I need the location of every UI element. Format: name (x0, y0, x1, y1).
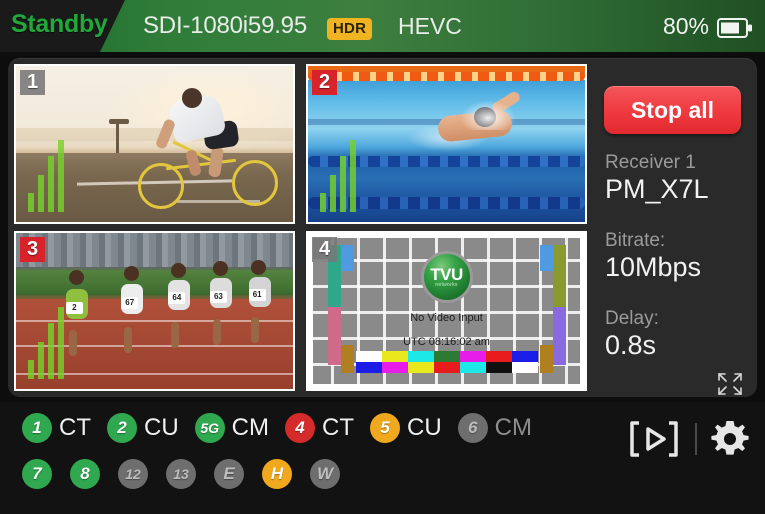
channel-dot: 5G (194, 413, 225, 443)
channel-label: CU (407, 414, 442, 441)
channel-dot: E (214, 459, 244, 489)
utc-timestamp-text: UTC 08:16:02 am (403, 336, 490, 348)
signal-strength-bars-3 (28, 307, 64, 379)
tile-number-badge: 4 (312, 237, 337, 262)
channel-item[interactable]: 5G CM (194, 413, 269, 443)
channel-dot: 12 (118, 459, 148, 489)
test-pattern-side-bar (553, 245, 566, 307)
channel-dot: 6 (457, 413, 488, 443)
channel-item[interactable]: 12 (118, 459, 148, 489)
channel-status-bar: 1 CT 2 CU 5G CM 4 CT 5 CU 6 CM 7 8 12 13… (0, 402, 765, 514)
source-format-label: SDI-1080i59.95 (143, 12, 307, 39)
battery-percent-label: 80% (662, 13, 709, 39)
tile-number-badge: 2 (312, 70, 337, 95)
bitrate-value: 10Mbps (605, 252, 702, 282)
status-header: Standby SDI-1080i59.95 HDR HEVC 80% (0, 0, 765, 52)
channel-label: CU (144, 414, 179, 441)
test-pattern-side-bar (341, 245, 354, 271)
stop-all-button[interactable]: Stop all (604, 86, 741, 134)
channel-item[interactable]: 6 CM (457, 413, 532, 443)
status-badge: Standby (11, 10, 108, 38)
channel-label: CT (59, 414, 91, 441)
channel-item[interactable]: 4 CT (285, 413, 354, 443)
device-screen: Standby SDI-1080i59.95 HDR HEVC 80% 1 2 … (0, 0, 765, 514)
no-video-input-text: No Video Input (410, 312, 483, 324)
channel-dot: 13 (166, 459, 196, 489)
signal-strength-bars-2 (320, 140, 356, 212)
channel-dot: W (310, 459, 340, 489)
test-pattern-side-bar (540, 245, 553, 271)
receiver-info-sidebar: Stop all Receiver 1 PM_X7L Bitrate: 10Mb… (600, 70, 750, 395)
channel-dot: 1 (22, 413, 52, 443)
channel-label: CM (494, 414, 532, 441)
channel-dot: 5 (370, 413, 400, 443)
tile-number-badge: 1 (20, 70, 45, 95)
tvu-logo-title: TVU (430, 264, 463, 284)
test-pattern-side-bar (540, 345, 553, 373)
video-tile-2[interactable]: 2 (306, 64, 587, 224)
channel-item[interactable]: 8 (70, 459, 100, 489)
channel-item[interactable]: E (214, 459, 244, 489)
channel-item[interactable]: W (310, 459, 340, 489)
video-tile-1[interactable]: 1 (14, 64, 295, 224)
channel-item[interactable]: 7 (22, 459, 52, 489)
channel-item[interactable]: 2 CU (107, 413, 179, 443)
icon-divider (695, 423, 697, 455)
tile-number-badge: 3 (20, 237, 45, 262)
test-pattern-colorbars (356, 351, 538, 373)
gear-icon[interactable] (709, 418, 751, 460)
channel-label: CM (231, 414, 269, 441)
fullscreen-expand-icon[interactable] (715, 370, 745, 398)
channel-dot: H (262, 459, 292, 489)
bracketed-play-icon[interactable] (625, 417, 683, 461)
channel-dot: 8 (70, 459, 100, 489)
receiver-label: Receiver 1 (605, 152, 696, 173)
test-pattern-thumbnail: TVU networks No Video Input UTC 08:16:02… (308, 233, 585, 389)
channel-row-1: 1 CT 2 CU 5G CM 4 CT 5 CU 6 CM (22, 413, 548, 443)
channel-item[interactable]: 1 CT (22, 413, 91, 443)
bitrate-label: Bitrate: (605, 230, 666, 251)
channel-item[interactable]: 13 (166, 459, 196, 489)
video-tile-4[interactable]: TVU networks No Video Input UTC 08:16:02… (306, 231, 587, 391)
hdr-badge: HDR (327, 18, 373, 40)
channel-dot: 7 (22, 459, 52, 489)
test-pattern-side-bar (341, 345, 354, 373)
delay-label: Delay: (605, 308, 659, 329)
tvu-logo: TVU networks (420, 251, 473, 303)
channel-item[interactable]: H (262, 459, 292, 489)
channel-dot: 2 (107, 413, 137, 443)
codec-label: HEVC (398, 13, 462, 39)
tvu-logo-subtitle: networks (435, 281, 458, 288)
delay-value: 0.8s (605, 330, 657, 360)
receiver-value: PM_X7L (605, 174, 709, 204)
video-tile-3[interactable]: 2 67 64 63 61 3 (14, 231, 295, 391)
channel-label: CT (322, 414, 354, 441)
video-tiles: 1 2 2 67 64 63 61 3 TVU networks No Vide… (14, 64, 587, 391)
battery-icon (717, 18, 752, 38)
bottom-right-icons (625, 417, 751, 461)
channel-dot: 4 (285, 413, 315, 443)
channel-row-2: 7 8 12 13 E H W (22, 459, 358, 489)
channel-item[interactable]: 5 CU (370, 413, 442, 443)
signal-strength-bars-1 (28, 140, 64, 212)
